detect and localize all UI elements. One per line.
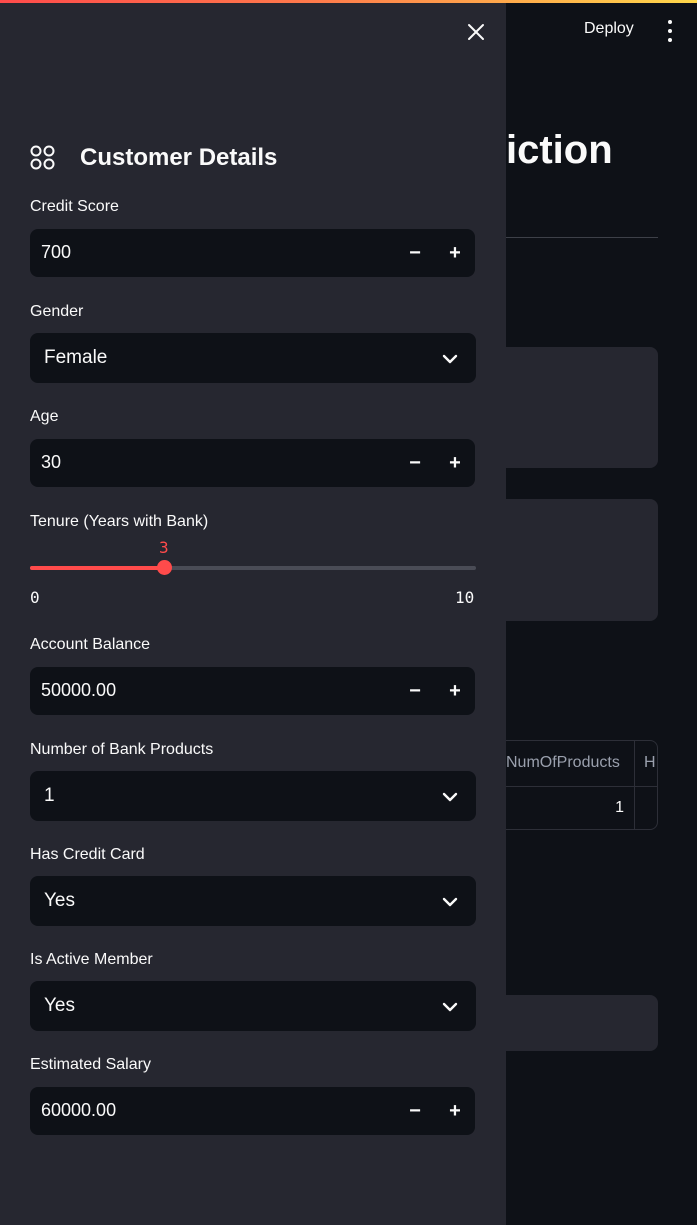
decrement-button[interactable]: − — [395, 667, 435, 715]
salary-value[interactable]: 60000.00 — [41, 1100, 116, 1121]
increment-button[interactable]: + — [435, 439, 475, 487]
info-panel — [506, 499, 658, 621]
result-panel — [506, 995, 658, 1051]
table-cell[interactable]: 1 — [606, 799, 624, 817]
close-icon[interactable] — [466, 22, 486, 42]
slider-min-label: 0 — [30, 588, 40, 607]
credit-score-input[interactable]: 700 − + — [30, 229, 475, 277]
column-separator — [634, 741, 635, 829]
slider-max-label: 10 — [455, 588, 475, 607]
products-label: Number of Bank Products — [30, 741, 214, 758]
credit-score-value[interactable]: 700 — [41, 242, 71, 263]
balance-value[interactable]: 50000.00 — [41, 680, 116, 701]
kebab-menu-icon[interactable] — [662, 20, 678, 42]
page-title: iction — [506, 128, 613, 172]
balance-label: Account Balance — [30, 636, 151, 653]
divider — [506, 237, 658, 238]
credit-card-select[interactable]: Yes — [30, 876, 476, 926]
products-value: 1 — [44, 785, 55, 806]
active-member-select[interactable]: Yes — [30, 981, 476, 1031]
credit-card-label: Has Credit Card — [30, 846, 145, 863]
increment-button[interactable]: + — [435, 229, 475, 277]
decrement-button[interactable]: − — [395, 229, 435, 277]
column-header[interactable]: H — [644, 754, 656, 772]
slider-fill — [30, 566, 164, 570]
dataframe-table[interactable]: NumOfProducts H 1 — [506, 740, 658, 830]
slider-value-label: 3 — [158, 538, 169, 557]
salary-input[interactable]: 60000.00 − + — [30, 1087, 475, 1135]
decrement-button[interactable]: − — [395, 1087, 435, 1135]
chevron-down-icon — [442, 1002, 458, 1012]
age-label: Age — [30, 408, 59, 425]
slider-thumb[interactable] — [156, 560, 172, 575]
credit-card-value: Yes — [44, 890, 75, 911]
active-member-label: Is Active Member — [30, 951, 153, 968]
chevron-down-icon — [442, 354, 458, 364]
column-header[interactable]: NumOfProducts — [506, 754, 620, 772]
gender-label: Gender — [30, 303, 84, 320]
info-panel — [506, 347, 658, 468]
grid-circles-icon — [30, 145, 55, 170]
sidebar: Customer Details Credit Score 700 − + Ge… — [0, 0, 506, 1225]
top-decoration-bar — [0, 0, 697, 3]
sidebar-heading: Customer Details — [80, 144, 278, 171]
chevron-down-icon — [442, 792, 458, 802]
age-input[interactable]: 30 − + — [30, 439, 475, 487]
deploy-button[interactable]: Deploy — [584, 20, 634, 38]
gender-value: Female — [44, 347, 108, 368]
tenure-label: Tenure (Years with Bank) — [30, 513, 209, 530]
chevron-down-icon — [442, 897, 458, 907]
decrement-button[interactable]: − — [395, 439, 435, 487]
salary-label: Estimated Salary — [30, 1056, 151, 1073]
increment-button[interactable]: + — [435, 667, 475, 715]
active-member-value: Yes — [44, 995, 75, 1016]
gender-select[interactable]: Female — [30, 333, 476, 383]
age-value[interactable]: 30 — [41, 452, 61, 473]
products-select[interactable]: 1 — [30, 771, 476, 821]
balance-input[interactable]: 50000.00 − + — [30, 667, 475, 715]
credit-score-label: Credit Score — [30, 198, 119, 215]
tenure-slider[interactable] — [30, 560, 476, 575]
increment-button[interactable]: + — [435, 1087, 475, 1135]
